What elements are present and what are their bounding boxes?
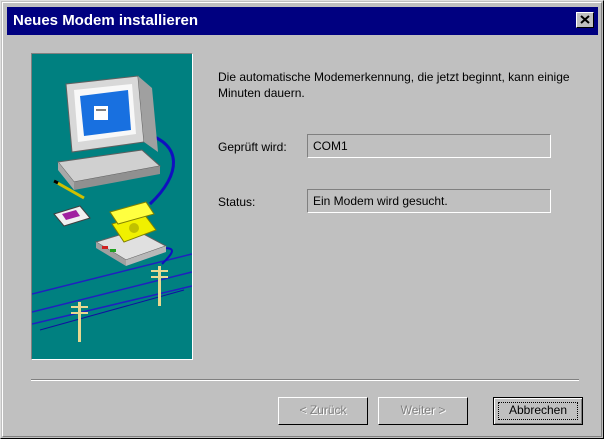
status-label: Status: [218, 195, 256, 209]
computer-modem-graphic [31, 75, 193, 342]
status-field: Ein Modem wird gesucht. [307, 189, 551, 213]
divider [31, 379, 579, 381]
modem-setup-illustration [31, 53, 193, 360]
diskette-icon [53, 205, 91, 227]
back-button[interactable]: < Zurück [278, 397, 368, 425]
title-bar[interactable]: Neues Modem installieren [7, 7, 598, 35]
port-field: COM1 [307, 134, 551, 158]
computer-icon [57, 75, 162, 190]
port-label: Geprüft wird: [218, 140, 287, 154]
next-button[interactable]: Weiter > [378, 397, 468, 425]
close-button[interactable] [576, 12, 594, 28]
modem-install-dialog: Neues Modem installieren Die automatisch… [0, 0, 604, 439]
window-title: Neues Modem installieren [13, 12, 199, 29]
cancel-button[interactable]: Abbrechen [493, 397, 583, 425]
telephone-modem-icon [94, 201, 168, 266]
close-icon [580, 15, 590, 24]
cancel-button-label: Abbrechen [508, 403, 568, 417]
description-text: Die automatische Modemerkennung, die jet… [218, 70, 570, 100]
